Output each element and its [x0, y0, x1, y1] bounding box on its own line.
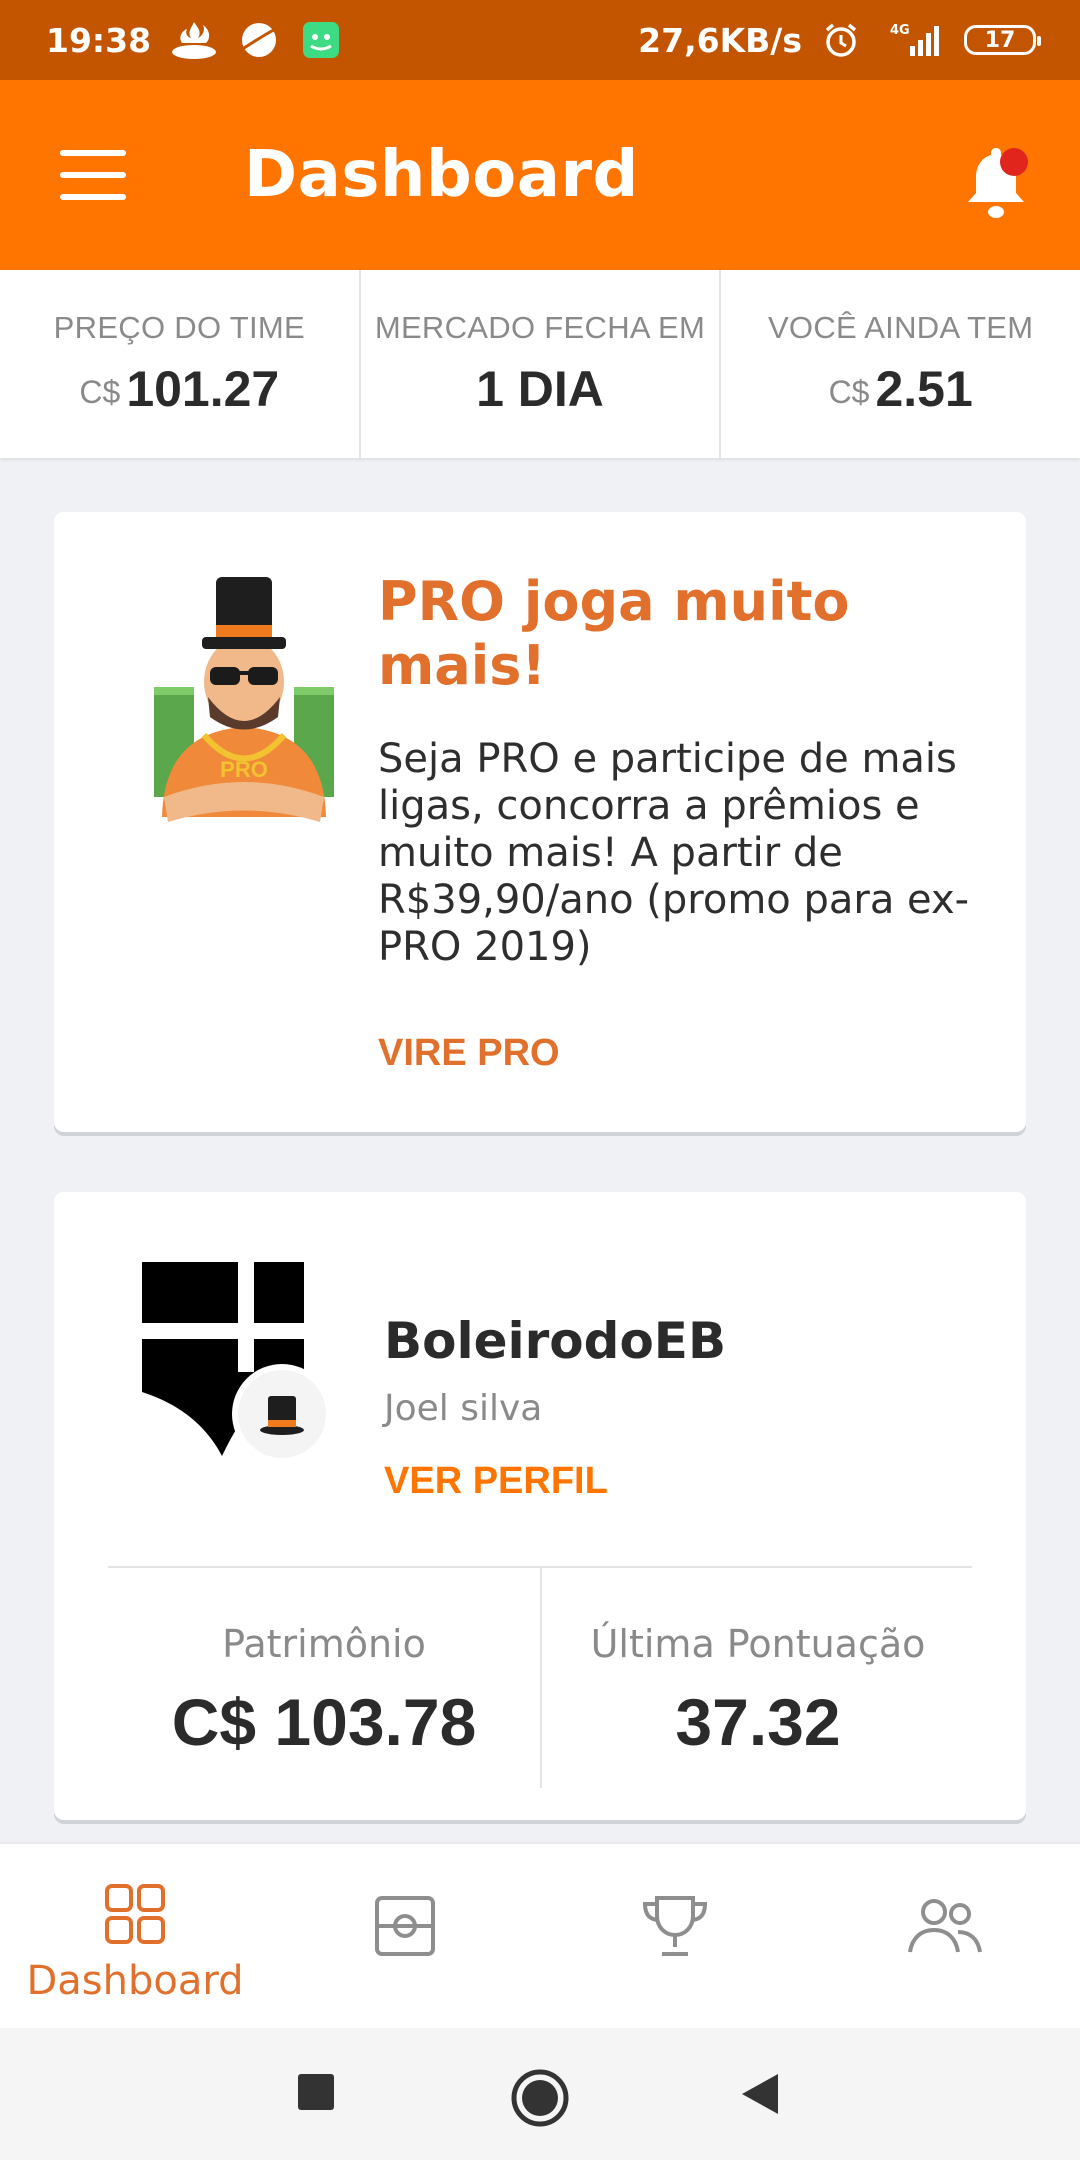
stat-value: 1 DIA [476, 361, 604, 417]
stats-row: PREÇO DO TIME C$ 101.27 MERCADO FECHA EM … [0, 270, 1080, 458]
promo-description: Seja PRO e participe de mais ligas, conc… [378, 736, 970, 970]
currency-prefix: C$ [828, 374, 870, 411]
metric-value: 37.32 [675, 1685, 841, 1759]
stat-label: PREÇO DO TIME [53, 310, 306, 345]
system-navigation-bar [0, 2028, 1080, 2160]
stat-remaining-balance: VOCÊ AINDA TEM C$ 2.51 [721, 270, 1080, 458]
metric-patrimonio: Patrimônio C$ 103.78 [108, 1622, 540, 1760]
status-bar: 19:38 27,6KB/s 4G 17 [0, 0, 1080, 80]
santander-icon [171, 20, 217, 60]
app-bar: Dashboard [0, 80, 1080, 270]
network-type: 4G [890, 23, 910, 38]
currency-prefix: C$ [79, 374, 121, 411]
view-profile-link[interactable]: VER PERFIL [384, 1460, 608, 1503]
pro-mascot-icon: PRO [144, 567, 344, 837]
battery-level: 17 [984, 27, 1016, 53]
bell-icon[interactable] [964, 142, 1036, 222]
stat-value: 2.51 [875, 361, 973, 417]
page-title: Dashboard [244, 138, 639, 212]
owner-name: Joel silva [384, 1388, 543, 1429]
nav-label-dashboard: Dashboard [26, 1958, 244, 2004]
metric-value: C$ 103.78 [171, 1685, 477, 1759]
dashboard-grid-icon [103, 1882, 167, 1951]
nav-item-trophy[interactable] [540, 1844, 810, 2030]
trophy-icon [640, 1894, 710, 1963]
stat-market-closes: MERCADO FECHA EM 1 DIA [361, 270, 722, 458]
home-icon[interactable] [510, 2068, 570, 2133]
stat-label: VOCÊ AINDA TEM [767, 310, 1034, 345]
top-hat-badge-icon [238, 1370, 326, 1458]
field-icon [373, 1894, 437, 1963]
pro-promo-card: PRO PRO joga muito mais! Seja PRO e part… [54, 512, 1026, 1132]
hamburger-menu-icon[interactable] [60, 150, 126, 200]
team-profile-card: BoleirodoEB Joel silva VER PERFIL Patrim… [54, 1192, 1026, 1820]
network-speed: 27,6KB/s [638, 20, 802, 60]
promo-title: PRO joga muito mais! [378, 570, 850, 697]
nav-item-field[interactable] [270, 1844, 540, 2030]
bottom-navigation: Dashboard [0, 1842, 1080, 2030]
metric-label: Patrimônio [222, 1622, 426, 1666]
back-icon[interactable] [740, 2072, 780, 2121]
people-icon [906, 1894, 984, 1963]
stat-value: 101.27 [126, 361, 280, 417]
mascot-badge-text: PRO [220, 757, 268, 782]
metric-label: Última Pontuação [590, 1622, 926, 1666]
android-robot-icon [301, 20, 341, 60]
nav-item-dashboard[interactable]: Dashboard [0, 1844, 270, 2030]
recent-apps-icon[interactable] [296, 2072, 336, 2117]
battery-icon: 17 [964, 25, 1041, 55]
nav-item-people[interactable] [810, 1844, 1080, 2030]
signal-icon: 4G [880, 20, 944, 60]
alarm-icon [822, 21, 860, 59]
stat-label: MERCADO FECHA EM [374, 310, 706, 345]
planet-icon [237, 20, 281, 60]
notification-dot [1000, 148, 1028, 176]
vire-pro-button[interactable]: VIRE PRO [378, 1032, 560, 1075]
status-time: 19:38 [46, 20, 152, 60]
team-name: BoleirodoEB [384, 1312, 727, 1370]
metric-last-score: Última Pontuação 37.32 [542, 1622, 974, 1760]
stat-team-price: PREÇO DO TIME C$ 101.27 [0, 270, 361, 458]
